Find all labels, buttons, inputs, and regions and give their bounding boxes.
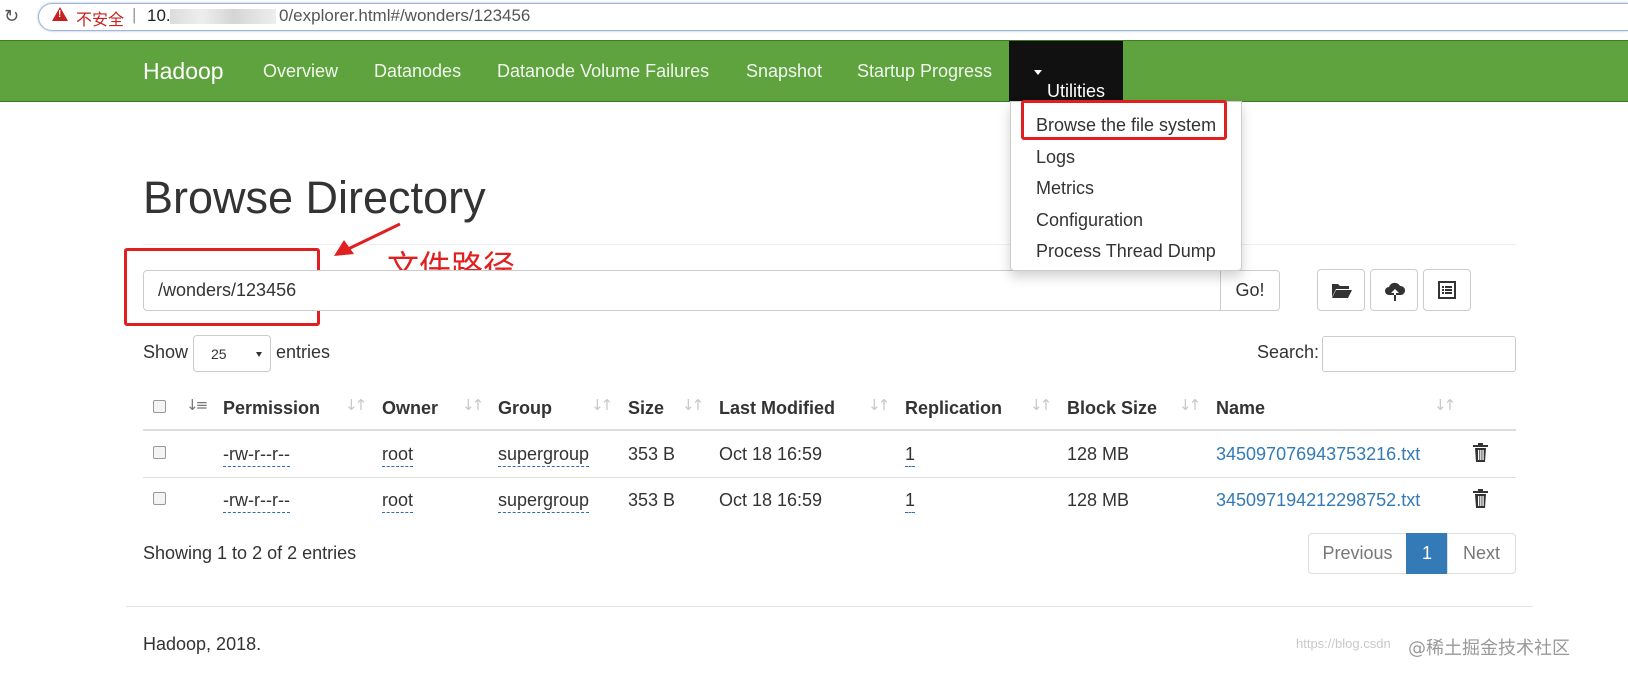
sort-icon[interactable]: ↓↑ bbox=[1030, 396, 1052, 414]
nav-snapshot[interactable]: Snapshot bbox=[746, 61, 822, 82]
menu-item-process-thread-dump[interactable]: Process Thread Dump bbox=[1036, 241, 1216, 262]
sort-desc-icon[interactable]: ↓≡ bbox=[186, 396, 208, 414]
warning-icon bbox=[52, 7, 68, 21]
row-file-name-link[interactable]: 345097194212298752.txt bbox=[1216, 490, 1420, 511]
url-path: 0/explorer.html#/wonders/123456 bbox=[279, 6, 531, 25]
row-file-name-link[interactable]: 345097076943753216.txt bbox=[1216, 444, 1420, 465]
footer-text: Hadoop, 2018. bbox=[143, 634, 262, 654]
row-permission[interactable]: -rw-r--r-- bbox=[223, 444, 290, 467]
sort-icon[interactable]: ↓↑ bbox=[591, 396, 613, 414]
column-header-size[interactable]: Size bbox=[628, 398, 664, 419]
chevron-down-icon bbox=[256, 352, 262, 357]
url-field[interactable] bbox=[38, 3, 1628, 31]
browser-address-bar: ↻ 不安全 | 10. 0/explorer.html#/wonders/123… bbox=[0, 0, 1628, 37]
row-group[interactable]: supergroup bbox=[498, 490, 590, 513]
row-replication[interactable]: 1 bbox=[905, 490, 916, 513]
menu-item-metrics[interactable]: Metrics bbox=[1036, 178, 1094, 199]
insecure-label[interactable]: 不安全 bbox=[76, 6, 124, 30]
menu-item-configuration[interactable]: Configuration bbox=[1036, 210, 1143, 231]
search-input[interactable] bbox=[1322, 336, 1516, 372]
show-label: Show bbox=[143, 342, 189, 362]
nav-utilities-label: Utilities bbox=[1047, 81, 1106, 101]
row-group[interactable]: supergroup bbox=[498, 444, 590, 467]
pagination-previous[interactable]: Previous bbox=[1308, 533, 1407, 574]
go-button[interactable]: Go! bbox=[1220, 270, 1280, 311]
cloud-upload-icon bbox=[1385, 282, 1406, 301]
row-owner[interactable]: root bbox=[382, 444, 414, 467]
column-header-owner[interactable]: Owner bbox=[382, 398, 438, 419]
row-owner[interactable]: root bbox=[382, 490, 414, 513]
url-host-prefix: 10. bbox=[147, 6, 171, 25]
menu-item-logs[interactable]: Logs bbox=[1036, 147, 1075, 168]
nav-datanode-volume-failures[interactable]: Datanode Volume Failures bbox=[497, 61, 709, 82]
row-size: 353 B bbox=[628, 444, 676, 464]
row-divider bbox=[143, 477, 1516, 478]
url-separator: | bbox=[132, 5, 137, 24]
column-header-group[interactable]: Group bbox=[498, 398, 552, 419]
nav-datanodes[interactable]: Datanodes bbox=[374, 61, 461, 82]
sort-icon[interactable]: ↓↑ bbox=[462, 396, 484, 414]
pagination-page-1[interactable]: 1 bbox=[1406, 533, 1448, 574]
pagination-next[interactable]: Next bbox=[1447, 533, 1516, 574]
reload-icon[interactable]: ↻ bbox=[4, 6, 19, 27]
footer-divider bbox=[126, 606, 1533, 607]
caret-down-icon bbox=[1034, 69, 1042, 75]
select-all-checkbox[interactable] bbox=[153, 400, 166, 413]
column-header-last-modified[interactable]: Last Modified bbox=[719, 398, 835, 419]
table-info: Showing 1 to 2 of 2 entries bbox=[143, 543, 357, 563]
row-last-modified: Oct 18 16:59 bbox=[719, 490, 823, 510]
upload-file-button[interactable] bbox=[1370, 269, 1418, 311]
watermark-faint: https://blog.csdn bbox=[1296, 636, 1391, 651]
search-label: Search: bbox=[1257, 342, 1320, 362]
column-header-replication[interactable]: Replication bbox=[905, 398, 1002, 419]
navbar-brand[interactable]: Hadoop bbox=[143, 58, 224, 85]
sort-icon[interactable]: ↓↑ bbox=[345, 396, 367, 414]
row-checkbox[interactable] bbox=[153, 446, 166, 459]
nav-utilities[interactable]: Utilities bbox=[1009, 41, 1123, 101]
highlight-box-browse bbox=[1021, 100, 1227, 140]
page-title: Browse Directory bbox=[143, 172, 486, 223]
top-navbar: Hadoop Overview Datanodes Datanode Volum… bbox=[0, 40, 1628, 102]
nav-startup-progress[interactable]: Startup Progress bbox=[857, 61, 992, 82]
row-permission[interactable]: -rw-r--r-- bbox=[223, 490, 290, 513]
row-size: 353 B bbox=[628, 490, 676, 510]
row-checkbox[interactable] bbox=[153, 492, 166, 505]
redacted-host-mask bbox=[170, 9, 276, 24]
column-header-permission[interactable]: Permission bbox=[223, 398, 320, 419]
row-block-size: 128 MB bbox=[1067, 444, 1130, 464]
row-replication[interactable]: 1 bbox=[905, 444, 916, 467]
table-header-divider bbox=[143, 429, 1516, 431]
directory-path-input[interactable] bbox=[143, 270, 1221, 311]
column-header-block-size[interactable]: Block Size bbox=[1067, 398, 1157, 419]
sort-icon[interactable]: ↓↑ bbox=[682, 396, 704, 414]
sort-icon[interactable]: ↓↑ bbox=[1179, 396, 1201, 414]
entries-label: entries bbox=[276, 342, 331, 362]
column-header-name[interactable]: Name bbox=[1216, 398, 1265, 419]
nav-overview[interactable]: Overview bbox=[263, 61, 338, 82]
sort-icon[interactable]: ↓↑ bbox=[868, 396, 890, 414]
row-last-modified: Oct 18 16:59 bbox=[719, 444, 823, 464]
trash-icon[interactable] bbox=[1472, 489, 1489, 508]
list-alt-icon bbox=[1438, 281, 1456, 299]
watermark-credit: @稀土掘金技术社区 bbox=[1408, 638, 1570, 659]
sort-icon[interactable]: ↓↑ bbox=[1434, 396, 1456, 414]
cut-paste-button[interactable] bbox=[1423, 269, 1471, 311]
entries-per-page-select[interactable]: 25 bbox=[193, 335, 271, 372]
folder-open-icon bbox=[1332, 284, 1352, 298]
row-block-size: 128 MB bbox=[1067, 490, 1130, 510]
trash-icon[interactable] bbox=[1472, 443, 1489, 462]
entries-select-value: 25 bbox=[211, 346, 227, 362]
create-directory-button[interactable] bbox=[1317, 269, 1365, 311]
